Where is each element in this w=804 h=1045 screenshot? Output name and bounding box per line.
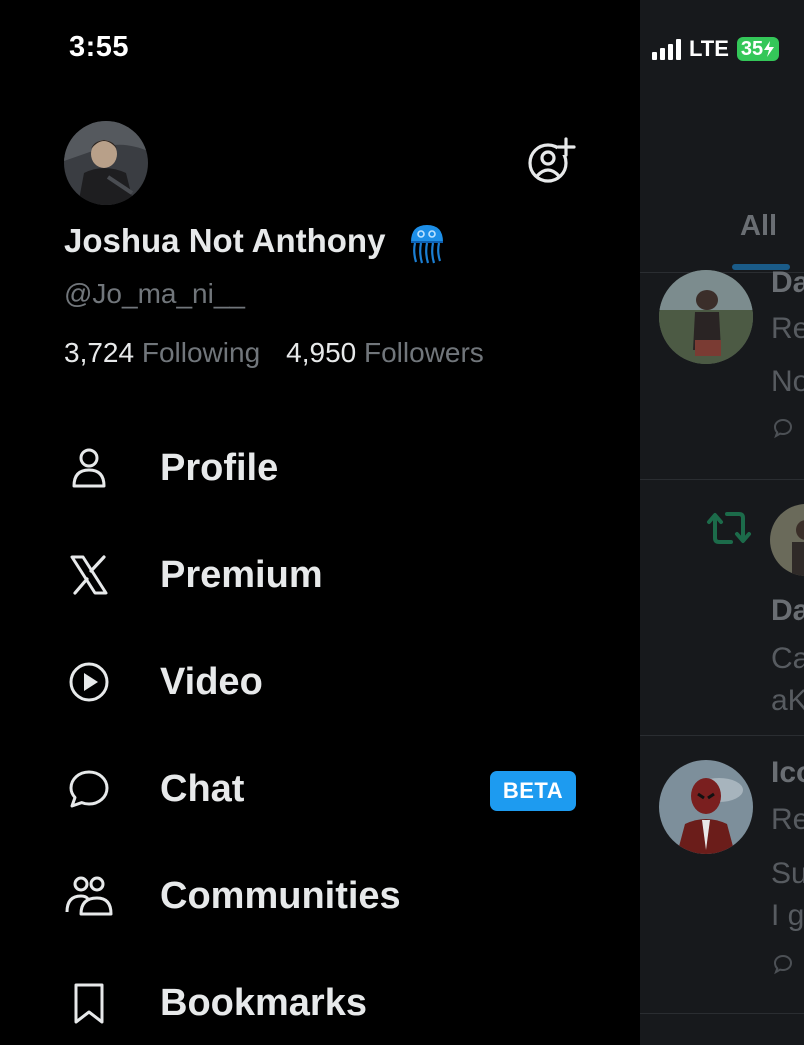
feed-text: Ca (771, 642, 804, 675)
chat-bubble-icon (64, 764, 114, 814)
status-time: 3:55 (69, 31, 130, 63)
divider (640, 479, 804, 480)
jellyfish-emoji-icon (408, 222, 446, 264)
following-count: 3,724 (64, 337, 135, 368)
menu-item-communities[interactable]: Communities (64, 861, 584, 931)
menu-item-video[interactable]: Video (64, 647, 584, 717)
network-type: LTE (689, 36, 729, 61)
tab-all[interactable]: All (740, 210, 777, 243)
menu-item-bookmarks[interactable]: Bookmarks (64, 968, 584, 1038)
divider (640, 1013, 804, 1014)
display-name[interactable]: Joshua Not Anthony (64, 222, 385, 260)
feed-avatar[interactable] (770, 504, 804, 576)
side-drawer: Joshua Not Anthony @Jo_ma_ni__ 3,724 Fol… (0, 0, 640, 1045)
status-indicators: LTE 35 (652, 36, 780, 62)
feed-text: aK (771, 684, 804, 717)
follow-stats: 3,724 Following 4,950 Followers (64, 337, 484, 369)
menu-item-label: Communities (160, 874, 401, 917)
x-logo-icon (64, 550, 114, 600)
following-label: Following (141, 337, 261, 368)
menu-item-label: Bookmarks (160, 981, 367, 1024)
avatar[interactable] (64, 121, 148, 205)
signal-icon (652, 38, 681, 60)
followers-count: 4,950 (286, 337, 357, 368)
add-account-button[interactable] (524, 135, 576, 187)
battery-level: 35 (740, 37, 764, 60)
bookmark-icon (64, 978, 114, 1028)
feed-avatar[interactable] (659, 270, 753, 364)
feed-subtext: Re (771, 803, 804, 836)
feed-text: No (771, 365, 804, 398)
feed-text: I g (771, 899, 804, 932)
reply-icon[interactable] (771, 416, 795, 447)
user-handle: @Jo_ma_ni__ (64, 278, 245, 309)
battery-icon: 35 (736, 37, 780, 61)
menu-item-label: Premium (160, 553, 323, 596)
add-user-icon (528, 137, 576, 183)
feed-name: Da (771, 594, 804, 627)
reply-icon[interactable] (771, 952, 795, 983)
communities-icon (64, 871, 114, 921)
following-link[interactable]: 3,724 Following (64, 337, 260, 368)
beta-badge: BETA (490, 771, 576, 811)
charging-bolt-icon (764, 41, 775, 57)
followers-link[interactable]: 4,950 Followers (286, 337, 484, 368)
menu-item-chat[interactable]: Chat BETA (64, 754, 584, 824)
feed-subtext: Re (771, 312, 804, 345)
feed-avatar[interactable] (659, 760, 753, 854)
menu-item-label: Profile (160, 446, 279, 489)
menu-item-label: Chat (160, 767, 245, 810)
person-icon (64, 443, 114, 493)
followers-label: Followers (364, 337, 484, 368)
background-feed: All Da Re No Da Ca aK Ic Re Su I g (640, 0, 804, 1045)
feed-name: Da (771, 266, 804, 299)
retweet-icon (705, 508, 753, 553)
menu-item-premium[interactable]: Premium (64, 540, 584, 610)
divider (640, 735, 804, 736)
feed-text: Su (771, 857, 804, 890)
play-circle-icon (64, 657, 114, 707)
menu-item-profile[interactable]: Profile (64, 433, 584, 503)
menu-item-label: Video (160, 660, 263, 703)
feed-name: Ico (771, 756, 804, 789)
